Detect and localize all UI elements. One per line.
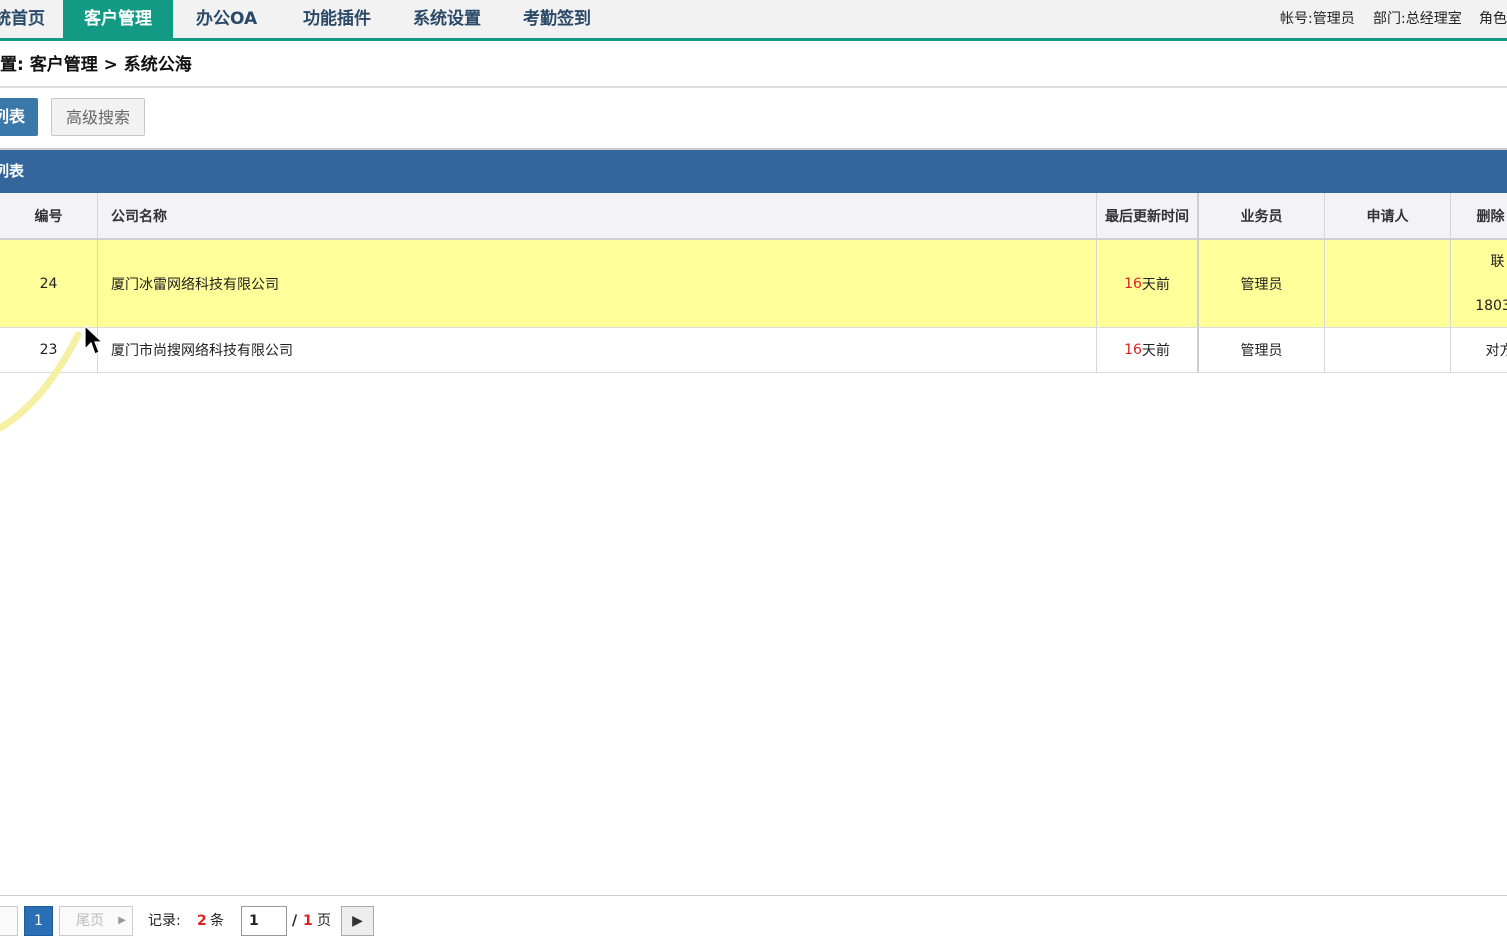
breadcrumb: 置: 客户管理 > 系统公海 (0, 55, 192, 75)
user-account: 帐号:管理员 (1280, 11, 1355, 27)
user-role: 角色 (1479, 11, 1507, 27)
cell-sales: 管理员 (1197, 240, 1324, 327)
cell-sales: 管理员 (1197, 328, 1324, 372)
updated-unit: 天前 (1141, 343, 1170, 359)
records-label: 记录: (148, 913, 181, 929)
page-number-input[interactable]: 1 (241, 906, 287, 936)
cell-extra: 联 18030 (1450, 240, 1507, 327)
cell-extra-top: 联 (1490, 253, 1505, 270)
cell-extra-text: 对方 (1485, 343, 1507, 359)
list-button[interactable]: 列表 (0, 98, 38, 136)
pager-prev-button[interactable] (0, 906, 18, 936)
play-icon: ▶ (352, 913, 363, 929)
divider (0, 86, 1507, 88)
nav-office-oa[interactable]: 办公OA (196, 0, 257, 38)
col-header-updated[interactable]: 最后更新时间 (1096, 193, 1197, 238)
total-pages: 1 (303, 913, 313, 929)
footer-divider (0, 895, 1507, 896)
col-header-applicant[interactable]: 申请人 (1324, 193, 1450, 238)
page-slash: / (292, 913, 298, 929)
col-header-company[interactable]: 公司名称 (97, 193, 1096, 238)
col-header-id[interactable]: 编号 (0, 193, 97, 238)
table-header-row: 编号 公司名称 最后更新时间 业务员 申请人 删除 (0, 193, 1507, 240)
top-nav-bar: 统首页 客户管理 办公OA 功能插件 系统设置 考勤签到 帐号:管理员 部门:总… (0, 0, 1507, 41)
cell-id: 24 (39, 275, 58, 292)
user-department: 部门:总经理室 (1373, 11, 1462, 27)
page-unit: 页 (317, 913, 331, 929)
pager-current-page[interactable]: 1 (24, 906, 53, 936)
cell-updated: 16 天前 (1096, 240, 1197, 327)
pager-last-label: 尾页 (76, 913, 104, 929)
cell-extra: 对方 (1450, 328, 1507, 372)
updated-number: 16 (1124, 342, 1142, 358)
table-row[interactable]: 23 厦门市尚搜网络科技有限公司 16 天前 管理员 对方 (0, 328, 1507, 373)
cell-applicant (1324, 240, 1450, 327)
cell-extra-bottom: 18030 (1475, 297, 1507, 314)
records-count: 2 (197, 913, 207, 929)
nav-customer-management[interactable]: 客户管理 (63, 0, 173, 38)
pager-go-button[interactable]: ▶ (341, 906, 374, 936)
pager-last-button[interactable]: 尾页 ▶ (59, 906, 133, 936)
cursor-trail-decoration (0, 331, 82, 432)
cell-company[interactable]: 厦门冰雷网络科技有限公司 (97, 240, 1096, 327)
advanced-search-button[interactable]: 高级搜索 (51, 98, 145, 136)
col-header-delete[interactable]: 删除 (1450, 193, 1507, 238)
mouse-cursor-icon (84, 325, 104, 355)
updated-unit: 天前 (1141, 276, 1170, 293)
nav-attendance[interactable]: 考勤签到 (523, 0, 591, 38)
records-unit: 条 (210, 913, 224, 929)
triangle-right-icon: ▶ (118, 915, 126, 926)
cell-applicant (1324, 328, 1450, 372)
panel-header: 列表 (0, 150, 1507, 193)
col-header-sales[interactable]: 业务员 (1197, 193, 1324, 238)
table-row[interactable]: 24 厦门冰雷网络科技有限公司 16 天前 管理员 联 18030 (0, 240, 1507, 328)
cell-updated: 16 天前 (1096, 328, 1197, 372)
list-button-label: 列表 (0, 107, 25, 126)
updated-number: 16 (1124, 275, 1142, 292)
nav-plugins[interactable]: 功能插件 (303, 0, 371, 38)
nav-home[interactable]: 统首页 (0, 0, 50, 38)
panel-title: 列表 (0, 162, 25, 180)
nav-system-settings[interactable]: 系统设置 (413, 0, 481, 38)
cell-company[interactable]: 厦门市尚搜网络科技有限公司 (97, 328, 1096, 372)
